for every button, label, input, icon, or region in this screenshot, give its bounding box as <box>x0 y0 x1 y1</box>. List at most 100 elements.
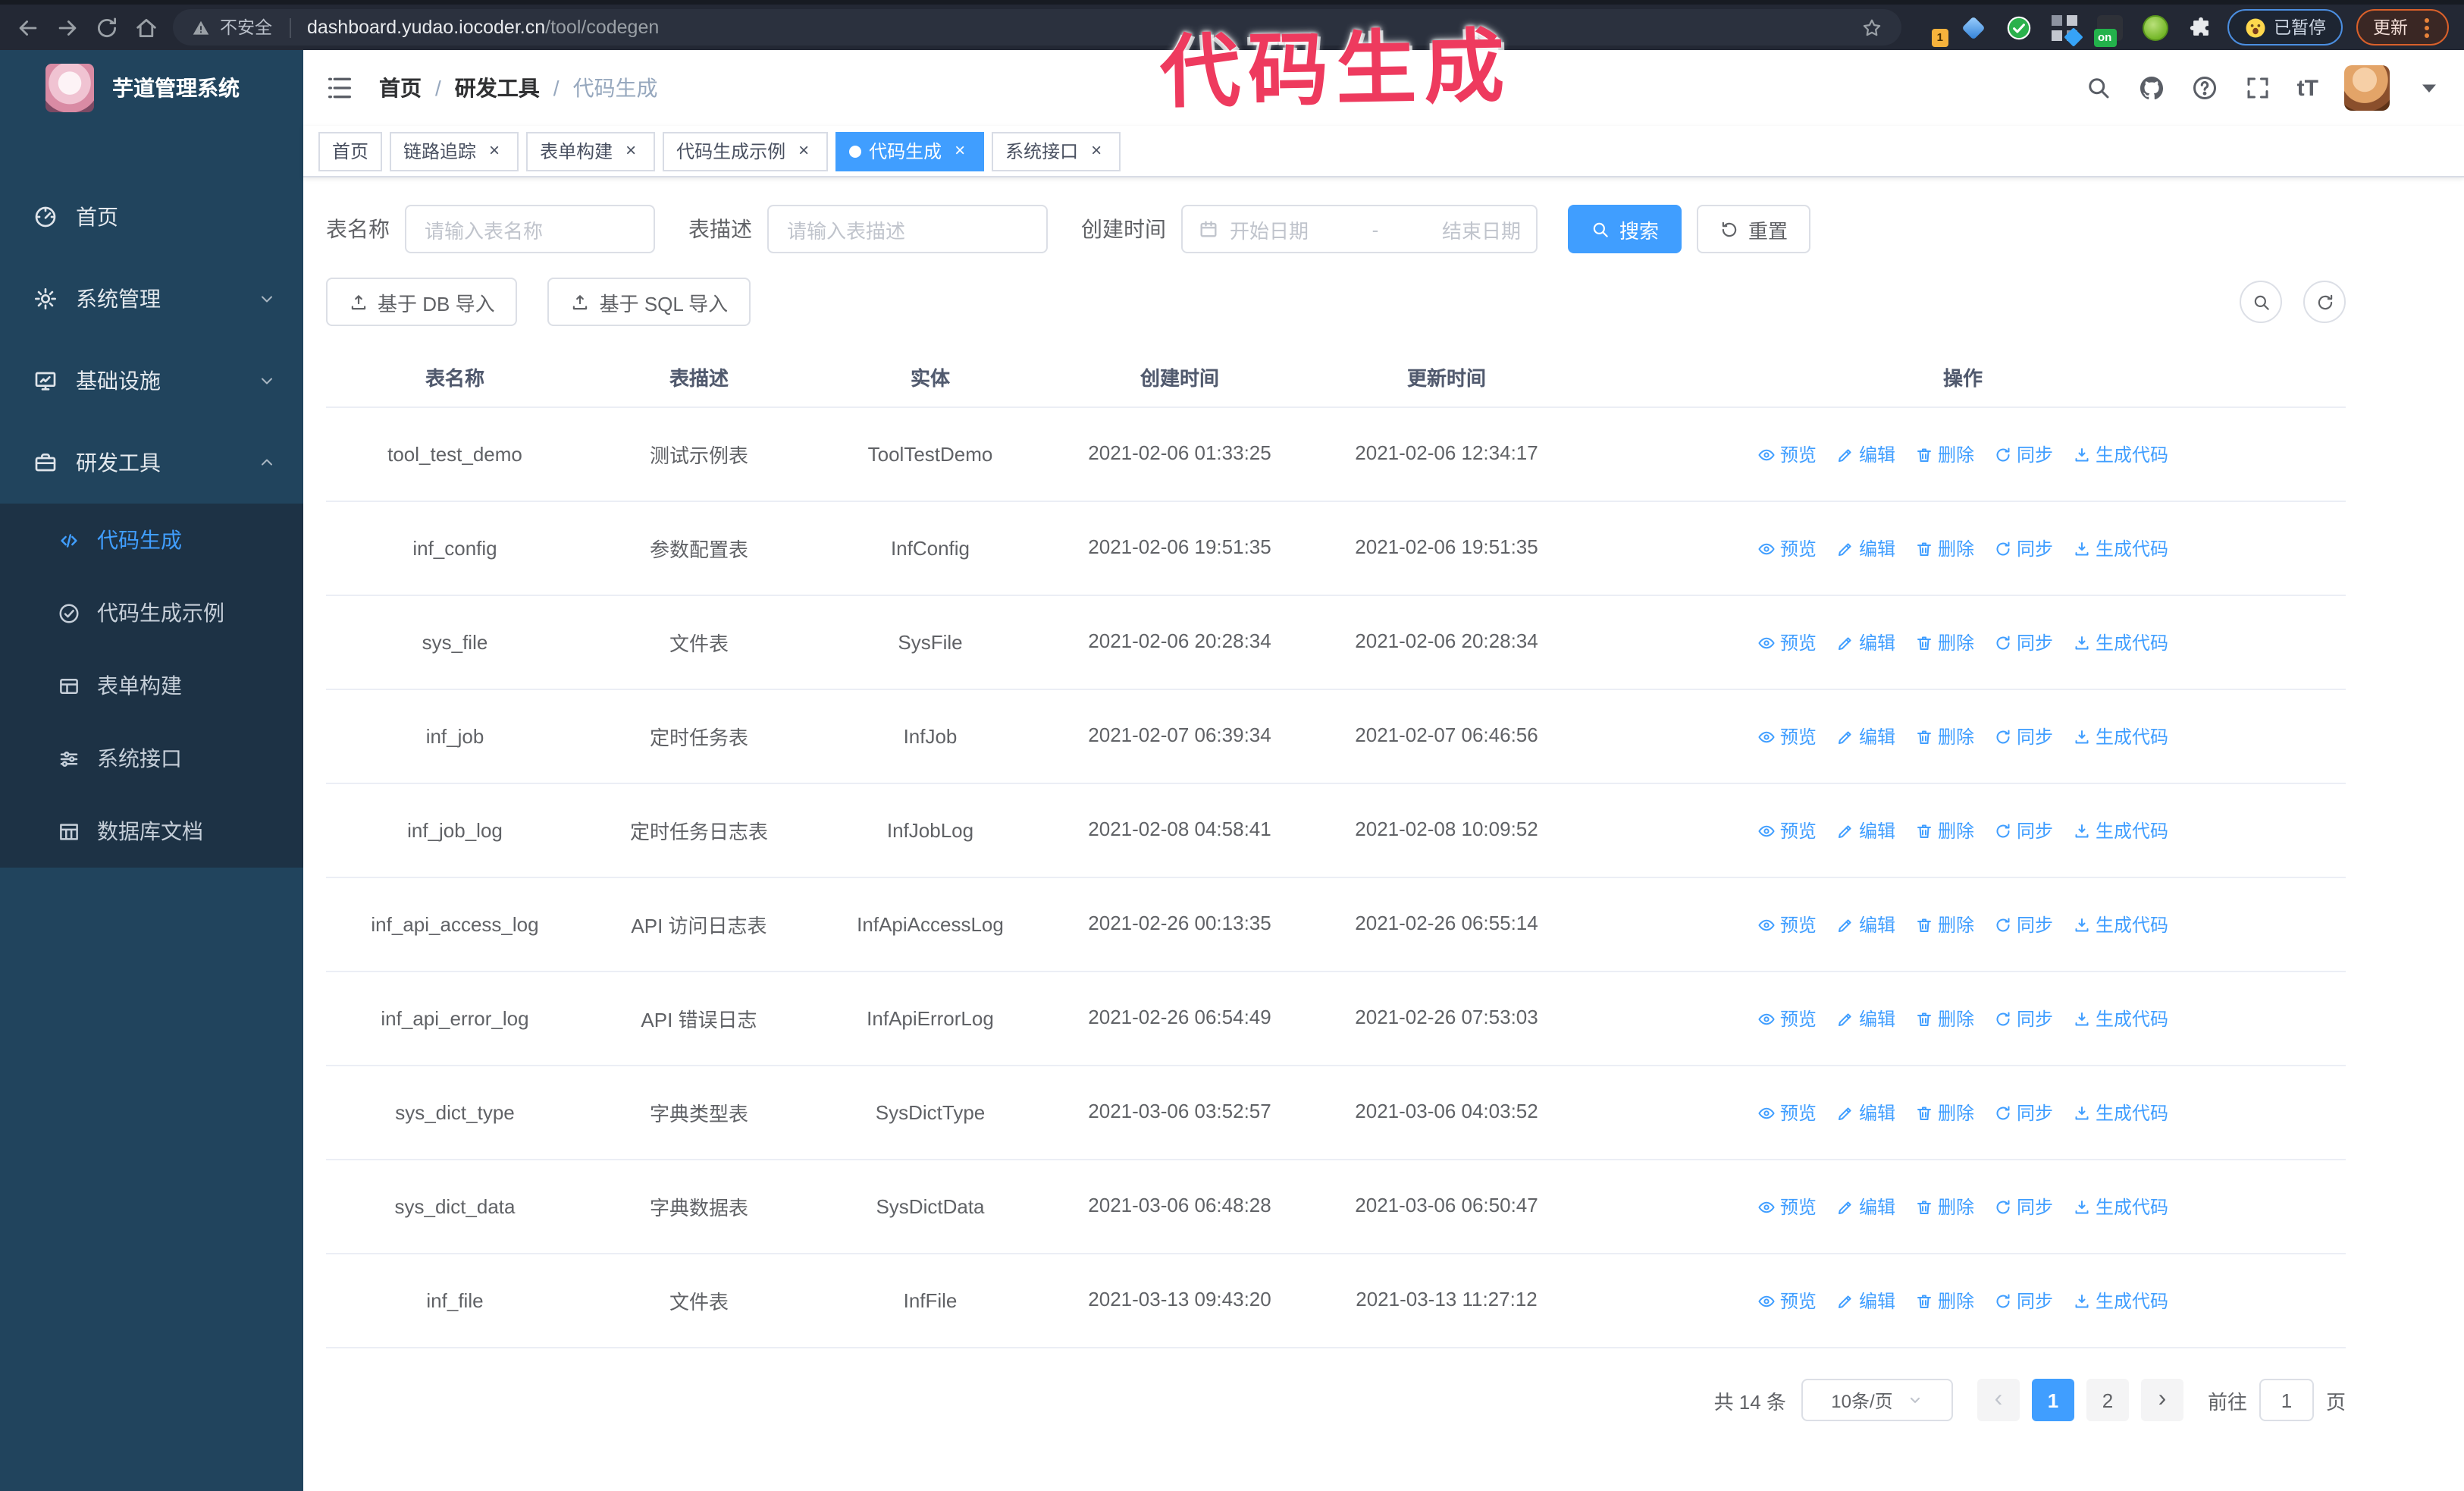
goto-page-input[interactable]: 1 <box>2259 1379 2314 1421</box>
delete-action-link[interactable]: 删除 <box>1915 629 1974 655</box>
sidebar-item-dev-tools[interactable]: 研发工具 <box>0 422 303 504</box>
sync-action-link[interactable]: 同步 <box>1994 912 2053 937</box>
generate-code-action-link[interactable]: 生成代码 <box>2073 1100 2168 1125</box>
app-logo-row[interactable]: 芋道管理系统 <box>0 50 303 126</box>
table-name-input[interactable]: 请输入表名称 <box>405 205 655 253</box>
edit-action-link[interactable]: 编辑 <box>1836 1006 1895 1031</box>
delete-action-link[interactable]: 删除 <box>1915 724 1974 749</box>
preview-action-link[interactable]: 预览 <box>1757 535 1817 561</box>
preview-action-link[interactable]: 预览 <box>1757 1006 1817 1031</box>
sidebar-item-system-api[interactable]: 系统接口 <box>0 722 303 795</box>
table-desc-input[interactable]: 请输入表描述 <box>767 205 1048 253</box>
edit-action-link[interactable]: 编辑 <box>1836 441 1895 467</box>
extension-dark-icon[interactable]: on <box>2093 14 2122 46</box>
generate-code-action-link[interactable]: 生成代码 <box>2073 1194 2168 1219</box>
generate-code-action-link[interactable]: 生成代码 <box>2073 1288 2168 1314</box>
extension-gem-icon[interactable] <box>1960 14 1986 40</box>
edit-action-link[interactable]: 编辑 <box>1836 535 1895 561</box>
generate-code-action-link[interactable]: 生成代码 <box>2073 912 2168 937</box>
prev-page-button[interactable]: ‹ <box>1977 1379 2020 1421</box>
sync-action-link[interactable]: 同步 <box>1994 1194 2053 1219</box>
tab-codegen-example[interactable]: 代码生成示例 × <box>663 131 829 171</box>
address-bar[interactable]: 不安全 dashboard.yudao.iocoder.cn/tool/code… <box>173 9 1901 46</box>
home-icon[interactable] <box>133 14 159 40</box>
preview-action-link[interactable]: 预览 <box>1757 441 1817 467</box>
delete-action-link[interactable]: 删除 <box>1915 441 1974 467</box>
sidebar-item-home[interactable]: 首页 <box>0 176 303 258</box>
sync-action-link[interactable]: 同步 <box>1994 1100 2053 1125</box>
docs-question-icon[interactable] <box>2191 74 2218 102</box>
preview-action-link[interactable]: 预览 <box>1757 818 1817 843</box>
sidebar-item-codegen-example[interactable]: 代码生成示例 <box>0 576 303 649</box>
sync-action-link[interactable]: 同步 <box>1994 441 2053 467</box>
edit-action-link[interactable]: 编辑 <box>1836 1288 1895 1314</box>
toggle-search-button[interactable] <box>2240 281 2282 323</box>
close-tab-icon[interactable]: × <box>484 140 505 162</box>
page-button-2[interactable]: 2 <box>2086 1379 2129 1421</box>
preview-action-link[interactable]: 预览 <box>1757 724 1817 749</box>
start-date-placeholder[interactable]: 开始日期 <box>1230 215 1309 243</box>
edit-action-link[interactable]: 编辑 <box>1836 1100 1895 1125</box>
close-tab-icon[interactable]: × <box>1086 140 1107 162</box>
refresh-table-button[interactable] <box>2303 281 2346 323</box>
sidebar-item-system-management[interactable]: 系统管理 <box>0 258 303 340</box>
date-range-input[interactable]: 开始日期 - 结束日期 <box>1181 205 1538 253</box>
preview-action-link[interactable]: 预览 <box>1757 629 1817 655</box>
header-search-icon[interactable] <box>2085 74 2112 102</box>
extension-orange-icon[interactable]: 1 <box>1914 14 1948 46</box>
generate-code-action-link[interactable]: 生成代码 <box>2073 441 2168 467</box>
page-size-select[interactable]: 10条/页 <box>1801 1379 1953 1421</box>
browser-update-button[interactable]: 更新 <box>2356 9 2449 46</box>
extensions-puzzle-icon[interactable] <box>2187 14 2213 40</box>
tab-codegen[interactable]: 代码生成 × <box>835 131 985 171</box>
close-tab-icon[interactable]: × <box>949 140 970 162</box>
fullscreen-icon[interactable] <box>2244 74 2271 102</box>
generate-code-action-link[interactable]: 生成代码 <box>2073 818 2168 843</box>
end-date-placeholder[interactable]: 结束日期 <box>1442 215 1521 243</box>
edit-action-link[interactable]: 编辑 <box>1836 1194 1895 1219</box>
tab-system-api[interactable]: 系统接口 × <box>992 131 1121 171</box>
hamburger-icon[interactable] <box>324 73 355 103</box>
delete-action-link[interactable]: 删除 <box>1915 535 1974 561</box>
delete-action-link[interactable]: 删除 <box>1915 1194 1974 1219</box>
extension-green-icon[interactable] <box>2142 14 2168 40</box>
page-button-1[interactable]: 1 <box>2031 1379 2074 1421</box>
forward-icon[interactable] <box>55 14 80 40</box>
avatar[interactable] <box>2344 65 2390 111</box>
browser-menu-kebab-icon[interactable] <box>2425 25 2429 30</box>
next-page-button[interactable]: › <box>2140 1379 2183 1421</box>
bookmark-star-icon[interactable] <box>1860 16 1882 39</box>
delete-action-link[interactable]: 删除 <box>1915 1288 1974 1314</box>
close-tab-icon[interactable]: × <box>793 140 814 162</box>
sync-action-link[interactable]: 同步 <box>1994 1006 2053 1031</box>
sql-import-button[interactable]: 基于 SQL 导入 <box>547 278 751 326</box>
sync-action-link[interactable]: 同步 <box>1994 629 2053 655</box>
edit-action-link[interactable]: 编辑 <box>1836 912 1895 937</box>
generate-code-action-link[interactable]: 生成代码 <box>2073 1006 2168 1031</box>
preview-action-link[interactable]: 预览 <box>1757 1288 1817 1314</box>
close-tab-icon[interactable]: × <box>620 140 641 162</box>
avatar-caret-down-icon[interactable] <box>2415 74 2443 102</box>
back-icon[interactable] <box>15 14 41 40</box>
generate-code-action-link[interactable]: 生成代码 <box>2073 724 2168 749</box>
delete-action-link[interactable]: 删除 <box>1915 1100 1974 1125</box>
delete-action-link[interactable]: 删除 <box>1915 912 1974 937</box>
reset-button[interactable]: 重置 <box>1697 205 1811 253</box>
reload-icon[interactable] <box>94 14 120 40</box>
db-import-button[interactable]: 基于 DB 导入 <box>326 278 518 326</box>
breadcrumb-dev-tools[interactable]: 研发工具 <box>455 73 540 103</box>
breadcrumb-home[interactable]: 首页 <box>379 73 422 103</box>
tab-form-builder[interactable]: 表单构建 × <box>526 131 656 171</box>
edit-action-link[interactable]: 编辑 <box>1836 724 1895 749</box>
sync-action-link[interactable]: 同步 <box>1994 535 2053 561</box>
sidebar-item-codegen[interactable]: 代码生成 <box>0 504 303 576</box>
edit-action-link[interactable]: 编辑 <box>1836 629 1895 655</box>
sync-action-link[interactable]: 同步 <box>1994 1288 2053 1314</box>
edit-action-link[interactable]: 编辑 <box>1836 818 1895 843</box>
preview-action-link[interactable]: 预览 <box>1757 1100 1817 1125</box>
tab-trace[interactable]: 链路追踪 × <box>390 131 519 171</box>
preview-action-link[interactable]: 预览 <box>1757 1194 1817 1219</box>
sidebar-item-db-doc[interactable]: 数据库文档 <box>0 795 303 868</box>
search-button[interactable]: 搜索 <box>1568 205 1682 253</box>
tab-home[interactable]: 首页 <box>318 131 383 171</box>
